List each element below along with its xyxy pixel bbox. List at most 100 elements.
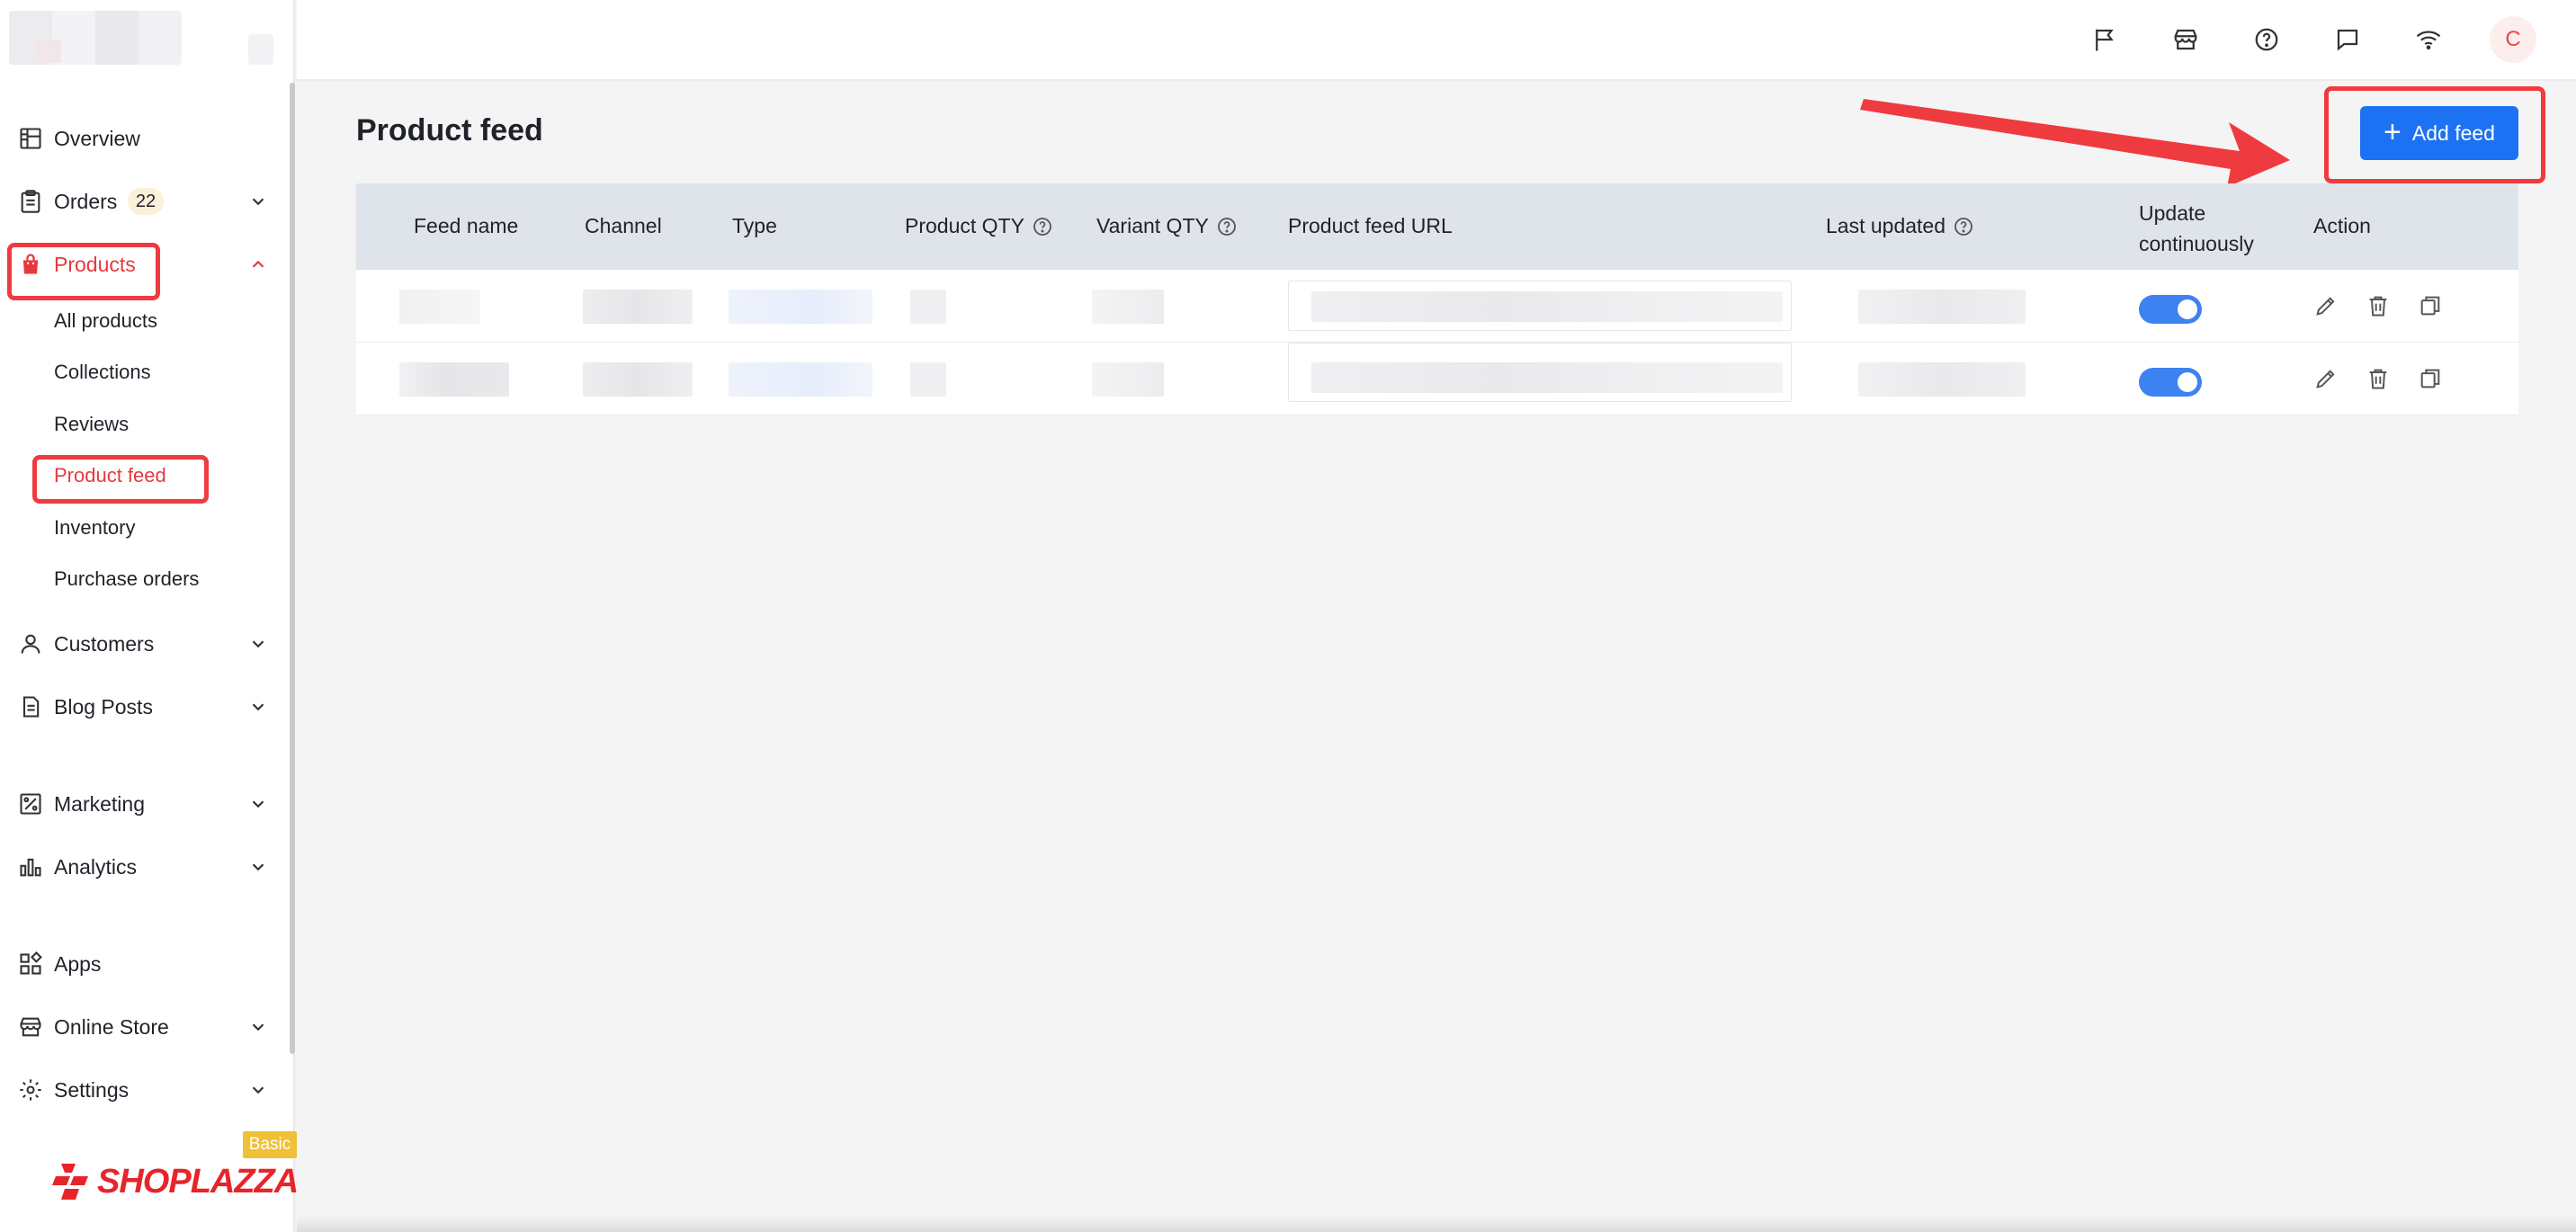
sidebar-item-settings[interactable]: Settings bbox=[0, 1067, 293, 1113]
column-channel: Channel bbox=[585, 214, 662, 238]
sidebar-subitem-reviews[interactable]: Reviews bbox=[54, 406, 129, 442]
redacted-type bbox=[729, 362, 872, 397]
column-label: Last updated bbox=[1826, 214, 1946, 237]
add-feed-button[interactable]: + Add feed bbox=[2360, 106, 2518, 160]
redacted-feed-name bbox=[399, 362, 509, 397]
orders-count-badge: 22 bbox=[128, 188, 164, 215]
table-row[interactable] bbox=[356, 343, 2518, 415]
sidebar-subitem-collections[interactable]: Collections bbox=[54, 354, 151, 390]
copy-icon[interactable] bbox=[2418, 366, 2445, 393]
help-icon[interactable] bbox=[1953, 216, 1974, 237]
redacted-product-qty bbox=[910, 362, 946, 397]
user-avatar[interactable]: C bbox=[2490, 16, 2536, 63]
sidebar-item-marketing[interactable]: Marketing bbox=[0, 781, 293, 827]
column-action: Action bbox=[2313, 214, 2371, 238]
column-feed-url: Product feed URL bbox=[1288, 214, 1453, 238]
table-row[interactable] bbox=[356, 270, 2518, 343]
column-variant-qty: Variant QTY bbox=[1096, 214, 1238, 238]
chat-icon[interactable] bbox=[2331, 23, 2364, 56]
chevron-down-icon bbox=[252, 703, 264, 711]
column-last-updated: Last updated bbox=[1826, 214, 1974, 238]
trash-icon[interactable] bbox=[2366, 366, 2393, 393]
flag-icon[interactable] bbox=[2089, 23, 2121, 56]
marketing-icon bbox=[18, 791, 43, 817]
column-label: Type bbox=[732, 214, 777, 237]
chevron-down-icon bbox=[252, 863, 264, 871]
table-header: Feed name Channel Type Product QTY Varia… bbox=[356, 183, 2518, 270]
redacted-variant-qty bbox=[1092, 362, 1164, 397]
redacted-feed-name bbox=[399, 290, 480, 324]
column-label: Product QTY bbox=[905, 214, 1024, 237]
user-icon bbox=[18, 631, 43, 656]
redacted-feed-url bbox=[1311, 362, 1783, 393]
chevron-down-icon bbox=[252, 640, 264, 648]
bar-chart-icon bbox=[18, 854, 43, 879]
brand-wordmark: SHOPLAZZA bbox=[97, 1162, 299, 1201]
edit-icon[interactable] bbox=[2313, 366, 2340, 393]
sidebar-item-label: Overview bbox=[54, 126, 140, 150]
apps-icon bbox=[18, 951, 43, 977]
column-label: Update bbox=[2139, 201, 2206, 225]
shopping-bag-icon bbox=[18, 252, 43, 277]
redacted-channel bbox=[583, 362, 693, 397]
column-feed-name: Feed name bbox=[414, 214, 518, 238]
column-label: Product feed URL bbox=[1288, 214, 1453, 237]
sidebar-item-online-store[interactable]: Online Store bbox=[0, 1004, 293, 1050]
sidebar-item-overview[interactable]: Overview bbox=[0, 115, 293, 162]
column-label: Variant QTY bbox=[1096, 214, 1209, 237]
sidebar-item-label: Marketing bbox=[54, 791, 145, 816]
sidebar-subitem-product-feed[interactable]: Product feed bbox=[54, 458, 166, 494]
chevron-down-icon bbox=[252, 1023, 264, 1031]
shoplazza-logo-icon bbox=[52, 1164, 88, 1200]
sidebar-item-analytics[interactable]: Analytics bbox=[0, 844, 293, 890]
store-icon[interactable] bbox=[2169, 23, 2202, 56]
page-title: Product feed bbox=[356, 113, 543, 147]
sidebar-scrollbar[interactable] bbox=[290, 83, 295, 1054]
plan-badge: Basic bbox=[243, 1131, 297, 1158]
chevron-down-icon bbox=[252, 198, 264, 206]
chevron-up-icon bbox=[252, 260, 264, 268]
redacted-channel bbox=[583, 290, 693, 324]
help-icon[interactable] bbox=[2250, 23, 2283, 56]
chevron-down-icon bbox=[252, 800, 264, 808]
sidebar-item-apps[interactable]: Apps bbox=[0, 941, 293, 987]
redacted-variant-qty bbox=[1092, 290, 1164, 324]
edit-icon[interactable] bbox=[2313, 293, 2340, 320]
redacted-type bbox=[729, 290, 872, 324]
sidebar-item-label: Orders bbox=[54, 189, 118, 213]
column-label: Feed name bbox=[414, 214, 519, 237]
column-type: Type bbox=[732, 214, 777, 238]
sidebar-subitem-purchase-orders[interactable]: Purchase orders bbox=[54, 561, 199, 597]
annotation-arrow bbox=[1860, 99, 2290, 185]
sidebar-item-customers[interactable]: Customers bbox=[0, 620, 293, 667]
window-bottom-edge bbox=[297, 1216, 2576, 1232]
copy-icon[interactable] bbox=[2418, 293, 2445, 320]
sidebar-subitem-inventory[interactable]: Inventory bbox=[54, 510, 136, 546]
store-logo[interactable] bbox=[9, 11, 182, 65]
redacted-product-qty bbox=[910, 290, 946, 324]
sidebar-item-blog-posts[interactable]: Blog Posts bbox=[0, 683, 293, 730]
orders-icon bbox=[18, 189, 43, 214]
sidebar-subitem-all-products[interactable]: All products bbox=[54, 303, 157, 339]
help-icon[interactable] bbox=[1032, 216, 1053, 237]
column-label: Channel bbox=[585, 214, 662, 237]
trash-icon[interactable] bbox=[2366, 293, 2393, 320]
sidebar-item-products[interactable]: Products bbox=[0, 241, 293, 288]
update-continuously-toggle[interactable] bbox=[2139, 368, 2202, 397]
plus-icon: + bbox=[2384, 114, 2402, 149]
column-label: continuously bbox=[2139, 232, 2254, 255]
gear-icon bbox=[18, 1077, 43, 1103]
redacted-last-updated bbox=[1858, 290, 2026, 324]
wifi-icon[interactable] bbox=[2412, 23, 2445, 56]
brand-logo: SHOPLAZZA bbox=[52, 1158, 299, 1205]
update-continuously-toggle[interactable] bbox=[2139, 295, 2202, 324]
help-icon[interactable] bbox=[1216, 216, 1238, 237]
top-bar: C bbox=[297, 0, 2576, 81]
chevron-down-icon bbox=[252, 1086, 264, 1094]
store-switcher[interactable] bbox=[248, 34, 273, 65]
sidebar-item-orders[interactable]: Orders 22 bbox=[0, 178, 293, 225]
column-label: Action bbox=[2313, 214, 2371, 237]
sidebar-item-label: Online Store bbox=[54, 1014, 169, 1039]
sidebar: Overview Orders 22 Products All products… bbox=[0, 0, 299, 1232]
sidebar-item-label: Analytics bbox=[54, 854, 138, 879]
